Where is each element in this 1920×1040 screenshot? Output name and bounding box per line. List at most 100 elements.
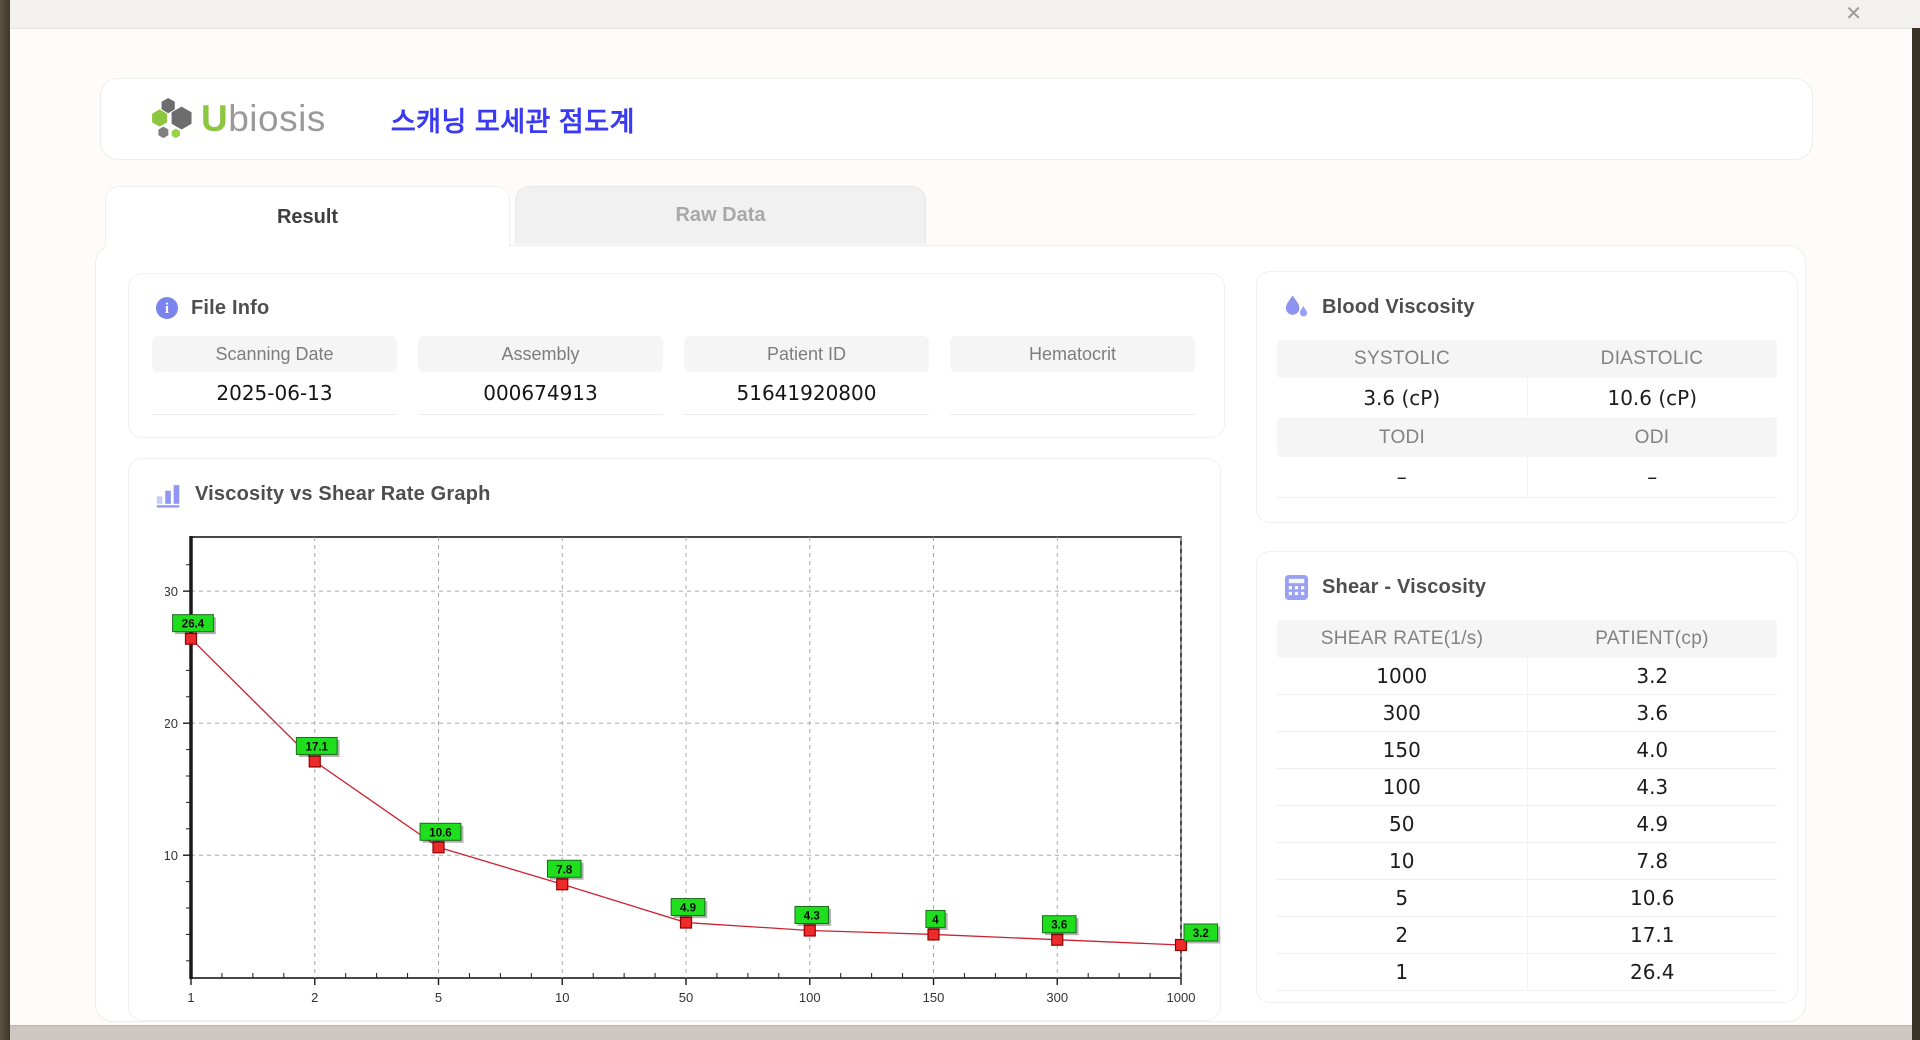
sv-row: 10 7.8 bbox=[1277, 843, 1777, 880]
bv-header-cell: DIASTOLIC bbox=[1600, 348, 1704, 369]
close-icon[interactable]: ✕ bbox=[1845, 2, 1862, 26]
sv-cell-patient: 7.8 bbox=[1526, 843, 1777, 880]
file-info-card: i File Info Scanning Date 2025-06-13 Assem… bbox=[128, 273, 1225, 438]
file-info-field: Assembly 000674913 bbox=[418, 336, 663, 415]
bv-value-row: 3.6 (cP) 10.6 (cP) bbox=[1277, 378, 1777, 419]
shear-viscosity-card: Shear - Viscosity SHEAR RATE(1/s) PATIENT… bbox=[1256, 551, 1798, 1003]
bv-value-cell: – bbox=[1277, 457, 1527, 498]
blood-viscosity-card: Blood Viscosity SYSTOLIC DIASTOLIC 3.6 (cP… bbox=[1256, 271, 1798, 523]
blood-viscosity-title: Blood Viscosity bbox=[1257, 272, 1797, 320]
droplets-icon bbox=[1285, 295, 1308, 317]
file-info-field-value: 51641920800 bbox=[684, 372, 929, 415]
app-title: 스캐닝 모세관 점도계 bbox=[390, 106, 635, 137]
shear-viscosity-table: SHEAR RATE(1/s) PATIENT(cp) 1000 3.2 300 3.6 1… bbox=[1277, 620, 1777, 991]
svg-text:300: 300 bbox=[1046, 990, 1068, 1005]
sv-row: 100 4.3 bbox=[1277, 769, 1777, 806]
sv-cell-patient: 26.4 bbox=[1526, 954, 1777, 991]
ubiosis-leaf-icon bbox=[152, 97, 192, 139]
sv-cell-shear-rate: 100 bbox=[1277, 769, 1527, 806]
file-info-field-value bbox=[950, 372, 1195, 415]
viscosity-shear-chart: 10 20 30 1 2 5 10 50 100 150 300 1000 26.4 17.1 10.6 7.… bbox=[165, 536, 1221, 1005]
file-info-field-label: Scanning Date bbox=[152, 336, 397, 372]
bv-header-cell: ODI bbox=[1634, 427, 1670, 448]
svg-text:7.8: 7.8 bbox=[556, 864, 573, 876]
sv-cell-patient: 17.1 bbox=[1526, 917, 1777, 954]
sv-cell-patient: 10.6 bbox=[1526, 880, 1777, 917]
blood-viscosity-table: SYSTOLIC DIASTOLIC 3.6 (cP) 10.6 (cP) TODI OD… bbox=[1277, 340, 1777, 498]
sv-cell-shear-rate: 300 bbox=[1277, 695, 1527, 732]
sv-row: 1000 3.2 bbox=[1277, 658, 1777, 695]
bar-chart-icon bbox=[156, 485, 180, 508]
ubiosis-logo: Ubiosis bbox=[149, 97, 326, 141]
sv-cell-patient: 4.3 bbox=[1526, 769, 1777, 806]
file-info-field: Patient ID 51641920800 bbox=[684, 336, 929, 415]
bv-value-cell: 3.6 (cP) bbox=[1277, 378, 1527, 419]
bv-value-cell: 10.6 (cP) bbox=[1526, 378, 1777, 419]
graph-title: Viscosity vs Shear Rate Graph bbox=[129, 459, 1220, 508]
svg-text:30: 30 bbox=[165, 584, 178, 599]
sv-cell-shear-rate: 5 bbox=[1277, 880, 1527, 917]
file-info-field-label: Assembly bbox=[418, 336, 663, 372]
bv-header-cell: SYSTOLIC bbox=[1353, 348, 1451, 369]
sv-row: 1 26.4 bbox=[1277, 954, 1777, 991]
info-icon: i bbox=[156, 297, 178, 319]
file-info-field: Scanning Date 2025-06-13 bbox=[152, 336, 397, 415]
sv-header-cell: PATIENT(cp) bbox=[1595, 628, 1709, 649]
svg-text:3.2: 3.2 bbox=[1193, 928, 1209, 940]
file-info-field-value: 000674913 bbox=[418, 372, 663, 415]
window-titlebar: ✕ bbox=[0, 0, 1920, 29]
window-edge-bottom bbox=[10, 1025, 1912, 1040]
sv-cell-shear-rate: 150 bbox=[1277, 732, 1527, 769]
svg-text:50: 50 bbox=[679, 990, 693, 1005]
file-info-field-value: 2025-06-13 bbox=[152, 372, 397, 415]
sv-cell-patient: 3.2 bbox=[1526, 658, 1777, 695]
file-info-field-label: Patient ID bbox=[684, 336, 929, 372]
sv-row: 300 3.6 bbox=[1277, 695, 1777, 732]
shear-viscosity-title: Shear - Viscosity bbox=[1257, 552, 1797, 601]
svg-text:1000: 1000 bbox=[1167, 990, 1196, 1005]
sv-row: 5 10.6 bbox=[1277, 880, 1777, 917]
sv-header-cell: SHEAR RATE(1/s) bbox=[1320, 628, 1484, 649]
file-info-title: i File Info bbox=[129, 274, 1224, 320]
svg-text:100: 100 bbox=[799, 990, 821, 1005]
header-card: Ubiosis 스캐닝 모세관 점도계 bbox=[100, 78, 1813, 160]
svg-text:150: 150 bbox=[923, 990, 945, 1005]
window-edge-left bbox=[0, 0, 10, 1040]
svg-text:10: 10 bbox=[555, 990, 569, 1005]
svg-text:10.6: 10.6 bbox=[429, 827, 451, 839]
svg-text:i: i bbox=[165, 301, 169, 317]
bv-header-cell: TODI bbox=[1378, 427, 1426, 448]
svg-text:5: 5 bbox=[435, 990, 442, 1005]
sv-cell-patient: 4.0 bbox=[1526, 732, 1777, 769]
svg-text:4.3: 4.3 bbox=[804, 910, 820, 922]
sv-cell-shear-rate: 50 bbox=[1277, 806, 1527, 843]
svg-text:4: 4 bbox=[932, 914, 939, 926]
tab-raw-data[interactable]: Raw Data bbox=[515, 186, 926, 244]
sv-cell-shear-rate: 1 bbox=[1277, 954, 1527, 991]
sv-cell-shear-rate: 1000 bbox=[1277, 658, 1527, 695]
sv-row: 150 4.0 bbox=[1277, 732, 1777, 769]
sv-cell-patient: 4.9 bbox=[1526, 806, 1777, 843]
svg-text:26.4: 26.4 bbox=[182, 619, 205, 631]
svg-text:10: 10 bbox=[165, 848, 178, 863]
window-edge-right bbox=[1912, 28, 1920, 1040]
sv-cell-shear-rate: 10 bbox=[1277, 843, 1527, 880]
bv-value-row: – – bbox=[1277, 457, 1777, 498]
bv-value-cell: – bbox=[1526, 457, 1777, 498]
svg-text:2: 2 bbox=[311, 990, 318, 1005]
bv-header-row: SYSTOLIC DIASTOLIC bbox=[1277, 340, 1777, 378]
logo-text: Ubiosis bbox=[201, 98, 326, 139]
graph-card: Viscosity vs Shear Rate Graph 10 20 30 1 2 5 1… bbox=[128, 458, 1221, 1021]
sv-cell-patient: 3.6 bbox=[1526, 695, 1777, 732]
svg-text:17.1: 17.1 bbox=[306, 741, 329, 753]
calculator-icon bbox=[1284, 574, 1309, 601]
tab-result[interactable]: Result bbox=[105, 186, 510, 247]
sv-row: 50 4.9 bbox=[1277, 806, 1777, 843]
svg-text:1: 1 bbox=[187, 990, 194, 1005]
file-info-fields: Scanning Date 2025-06-13 Assembly 000674913… bbox=[152, 336, 1195, 415]
app-window: ✕ Ubiosis 스캐닝 모세관 점도계 Result Raw Data i bbox=[0, 0, 1920, 1040]
svg-text:3.6: 3.6 bbox=[1051, 920, 1067, 932]
content-panel: i File Info Scanning Date 2025-06-13 Assem… bbox=[95, 245, 1806, 1022]
svg-text:4.9: 4.9 bbox=[680, 903, 696, 915]
file-info-field-label: Hematocrit bbox=[950, 336, 1195, 372]
